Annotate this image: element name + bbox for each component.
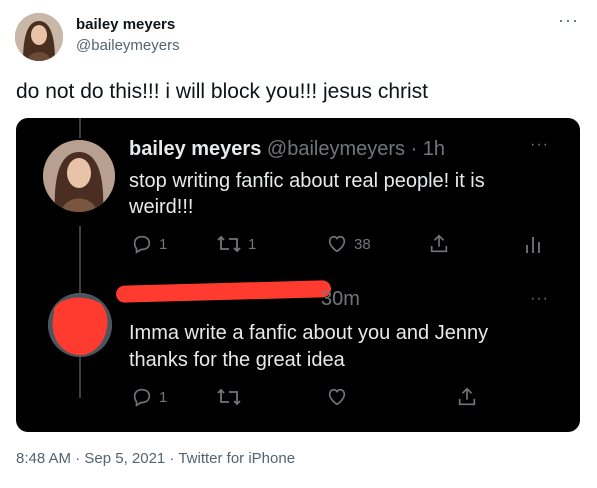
reply-reply-count: 1 <box>159 388 168 406</box>
thread-line-top <box>79 118 81 138</box>
quoted-handle-time: @baileymeyers · 1h <box>266 138 446 160</box>
quoted-analytics-action <box>523 233 543 255</box>
reply-avatar <box>48 293 112 357</box>
heart-icon <box>328 388 346 406</box>
reply-more-icon: ··· <box>530 290 549 307</box>
heart-icon <box>328 235 346 253</box>
reply-text-line2: thanks for the great idea <box>129 349 345 371</box>
retweet-icon <box>217 235 241 253</box>
author-name[interactable]: bailey meyers <box>76 16 175 33</box>
author-avatar[interactable] <box>15 13 63 61</box>
reply-avatar-redaction <box>48 293 112 357</box>
quoted-like-action: 38 <box>326 233 371 255</box>
reply-reply-action: 1 <box>131 386 167 408</box>
quoted-reply-count: 1 <box>159 235 168 253</box>
quoted-text-line2: weird!!! <box>129 196 194 218</box>
author-handle[interactable]: @baileymeyers <box>76 37 180 54</box>
quoted-avatar-image <box>43 140 115 212</box>
quoted-share-action <box>428 233 450 255</box>
reply-icon <box>133 388 151 407</box>
reply-like-action <box>326 386 348 408</box>
quoted-reply-action: 1 <box>131 233 167 255</box>
analytics-icon <box>526 237 540 253</box>
quoted-more-icon: ··· <box>530 136 549 153</box>
reply-text-line1: Imma write a fanfic about you and Jenny <box>129 322 489 344</box>
quoted-text-line1: stop writing fanfic about real people! i… <box>129 170 485 192</box>
quoted-like-count: 38 <box>354 235 371 253</box>
more-options-icon[interactable]: ··· <box>558 10 579 31</box>
quoted-retweet-action: 1 <box>216 233 256 255</box>
reply-icon <box>133 235 151 254</box>
reply-time: 30m <box>321 288 360 310</box>
quoted-avatar <box>43 140 115 212</box>
name-redaction <box>115 280 332 303</box>
reply-share-action <box>456 386 478 408</box>
quoted-name: bailey meyers <box>129 138 262 160</box>
tweet-media-screenshot[interactable]: bailey meyers @baileymeyers · 1h ··· sto… <box>16 118 580 432</box>
share-icon <box>430 234 448 253</box>
quoted-author: bailey meyers @baileymeyers · 1h <box>129 138 445 161</box>
quoted-retweet-count: 1 <box>248 235 257 253</box>
avatar-image <box>15 13 63 61</box>
retweet-icon <box>217 388 241 406</box>
tweet-timestamp[interactable]: 8:48 AM · Sep 5, 2021 · Twitter for iPho… <box>16 450 295 467</box>
share-icon <box>458 387 476 406</box>
reply-retweet-action <box>216 386 242 408</box>
tweet-text: do not do this!!! i will block you!!! je… <box>16 80 429 103</box>
